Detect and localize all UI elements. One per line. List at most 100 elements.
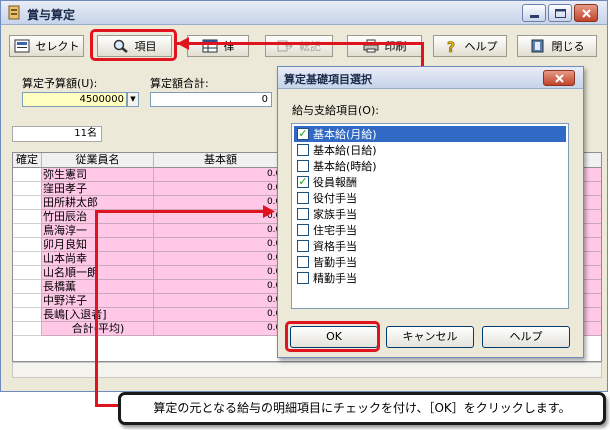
minimize-button[interactable] xyxy=(522,4,546,22)
checkbox[interactable] xyxy=(297,192,309,204)
checklist-item-label: 基本給(月給) xyxy=(313,128,377,141)
grid-horizontal-scrollbar[interactable] xyxy=(12,362,602,378)
callout-line xyxy=(177,42,424,45)
employee-name-cell: 山名順一朗 xyxy=(42,266,154,280)
checklist-item-label: 基本給(時給) xyxy=(313,160,377,173)
cancel-button[interactable]: キャンセル xyxy=(386,326,474,348)
select-label: セレクト xyxy=(35,40,80,53)
confirm-cell[interactable] xyxy=(13,266,42,280)
budget-dropdown-button[interactable]: ▼ xyxy=(127,92,139,107)
employee-name-cell: 長橋薫 xyxy=(42,280,154,294)
checklist-item-label: 基本給(日給) xyxy=(313,144,377,157)
header-employee-name[interactable]: 従業員名 xyxy=(42,153,154,168)
confirm-cell[interactable] xyxy=(13,210,42,224)
confirm-cell[interactable] xyxy=(13,252,42,266)
dialog-title: 算定基礎項目選択 xyxy=(284,73,372,86)
employee-name-cell: 卯月良知 xyxy=(42,238,154,252)
checklist-item[interactable]: ✓ 基本給(月給) xyxy=(294,126,566,142)
select-icon xyxy=(14,39,29,53)
minimize-icon xyxy=(530,15,539,18)
confirm-cell[interactable] xyxy=(13,196,42,210)
budget-input[interactable]: 4500000 xyxy=(22,92,127,107)
employee-count: 11名 xyxy=(12,126,102,142)
budget-label: 算定予算額(U): xyxy=(22,77,98,90)
checkbox[interactable] xyxy=(297,160,309,172)
base-amount-cell: 0.00 xyxy=(154,280,288,294)
checklist-item[interactable]: 家族手当 xyxy=(294,206,566,222)
checkbox[interactable] xyxy=(297,208,309,220)
close-button[interactable]: 閉じる xyxy=(517,35,597,57)
checkbox[interactable] xyxy=(297,224,309,236)
close-icon xyxy=(582,9,591,18)
header-confirm[interactable]: 確定 xyxy=(13,153,42,168)
checkbox[interactable] xyxy=(297,272,309,284)
employee-name-cell: 窪田孝子 xyxy=(42,182,154,196)
close-icon xyxy=(555,74,564,83)
checklist-item[interactable]: 皆勤手当 xyxy=(294,254,566,270)
total-value: 0 xyxy=(150,92,272,107)
confirm-cell[interactable] xyxy=(13,280,42,294)
total-label-cell: 合計(平均) xyxy=(42,322,154,336)
checklist-item[interactable]: 役付手当 xyxy=(294,190,566,206)
employee-name-cell: 山本尚幸 xyxy=(42,252,154,266)
confirm-cell[interactable] xyxy=(13,168,42,182)
list-label: 給与支給項目(O): xyxy=(292,104,379,117)
checklist-item-label: 家族手当 xyxy=(313,208,357,221)
confirm-cell[interactable] xyxy=(13,224,42,238)
callout-line xyxy=(95,210,265,213)
rate-button[interactable]: 律 xyxy=(187,35,249,57)
checklist-item[interactable]: 基本給(日給) xyxy=(294,142,566,158)
checkbox[interactable]: ✓ xyxy=(297,128,309,140)
items-button-highlight xyxy=(90,29,177,61)
checkbox[interactable] xyxy=(297,240,309,252)
transfer-label: 転記 xyxy=(299,40,321,53)
checklist-item-label: 皆勤手当 xyxy=(313,256,357,269)
dialog-close-button[interactable] xyxy=(543,70,575,86)
confirm-cell[interactable] xyxy=(13,182,42,196)
exit-door-icon xyxy=(531,39,543,53)
total-amount-cell: 0.00 xyxy=(154,322,288,336)
base-amount-cell: 0.00 xyxy=(154,308,288,322)
base-amount-cell: 0.00 xyxy=(154,224,288,238)
title-bar[interactable]: 賞与算定 xyxy=(1,1,607,25)
dialog-title-bar[interactable]: 算定基礎項目選択 xyxy=(278,67,583,89)
help-button[interactable]: ? ヘルプ xyxy=(433,35,507,57)
print-button[interactable]: 印刷 xyxy=(347,35,422,57)
base-amount-cell: 0.00 xyxy=(154,252,288,266)
help-label: ヘルプ xyxy=(464,40,498,53)
checklist-item[interactable]: 資格手当 xyxy=(294,238,566,254)
checklist-item-label: 役付手当 xyxy=(313,192,357,205)
base-amount-cell: 0.00 xyxy=(154,294,288,308)
confirm-cell xyxy=(13,322,42,336)
header-base-amount[interactable]: 基本額 xyxy=(154,153,288,168)
print-label: 印刷 xyxy=(384,40,407,53)
checklist-item[interactable]: 精勤手当 xyxy=(294,270,566,286)
callout-line xyxy=(421,42,424,68)
confirm-cell[interactable] xyxy=(13,308,42,322)
question-icon: ? xyxy=(446,40,455,53)
callout-line xyxy=(95,404,119,407)
checklist-item[interactable]: 住宅手当 xyxy=(294,222,566,238)
employee-name-cell: 田所耕太郎 xyxy=(42,196,154,210)
checklist-item-label: 役員報酬 xyxy=(313,176,357,189)
checklist-item-label: 資格手当 xyxy=(313,240,357,253)
pay-item-checklist[interactable]: ✓ 基本給(月給) 基本給(日給) 基本給(時給) ✓ 役員報酬役付手当家族手当 住宅手当資… xyxy=(291,123,569,309)
checkbox[interactable]: ✓ xyxy=(297,176,309,188)
checklist-item-label: 精勤手当 xyxy=(313,272,357,285)
dialog-help-button[interactable]: ヘルプ xyxy=(482,326,570,348)
close-window-button[interactable] xyxy=(574,4,598,22)
select-button[interactable]: セレクト xyxy=(9,35,84,57)
transfer-button[interactable]: 転記 xyxy=(265,35,333,57)
employee-name-cell: 鳥海淳一 xyxy=(42,224,154,238)
checklist-item[interactable]: 基本給(時給) xyxy=(294,158,566,174)
chevron-down-icon: ▼ xyxy=(130,95,136,103)
svg-text:?: ? xyxy=(447,40,455,53)
confirm-cell[interactable] xyxy=(13,294,42,308)
checkbox[interactable] xyxy=(297,256,309,268)
checklist-item[interactable]: ✓ 役員報酬 xyxy=(294,174,566,190)
checkbox[interactable] xyxy=(297,144,309,156)
maximize-button[interactable] xyxy=(548,4,572,22)
base-amount-cell: 0.00 xyxy=(154,238,288,252)
callout-line xyxy=(95,210,98,406)
confirm-cell[interactable] xyxy=(13,238,42,252)
